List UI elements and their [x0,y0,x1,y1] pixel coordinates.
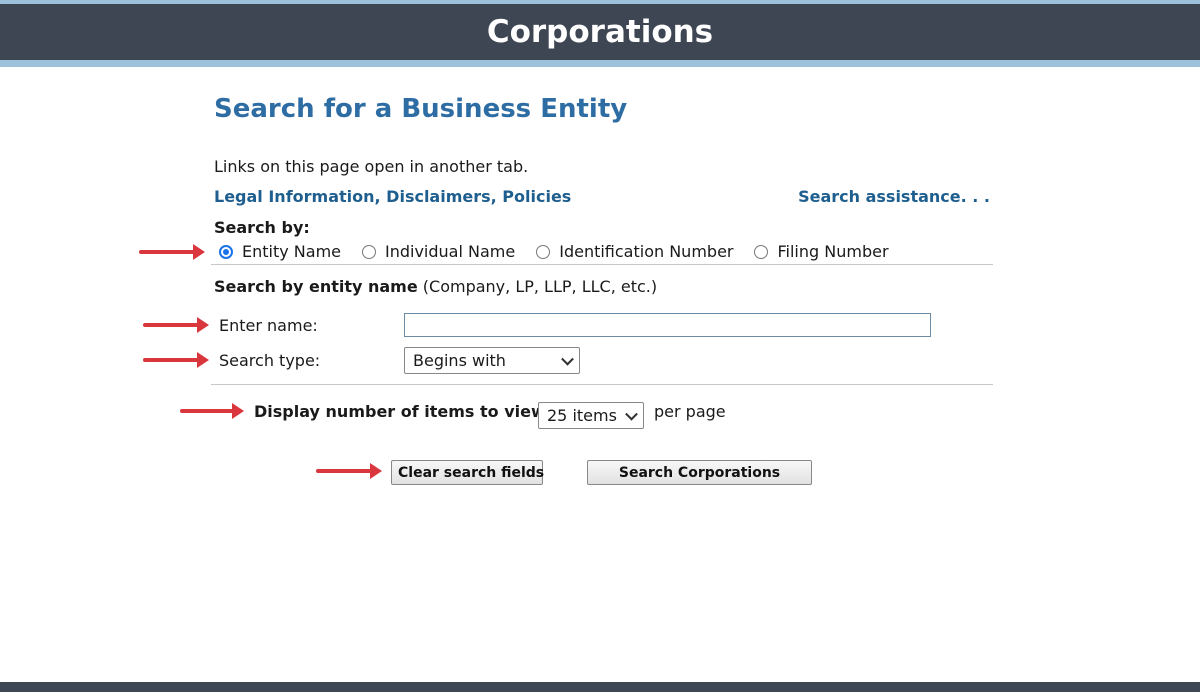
search-corporations-button[interactable]: Search Corporations [587,460,812,485]
search-type-value: Begins with [413,351,506,370]
clear-search-fields-button[interactable]: Clear search fields [391,460,544,485]
search-type-label: Search type: [219,351,321,370]
radio-filing-number[interactable]: Filing Number [754,242,889,261]
page-title: Search for a Business Entity [214,94,628,124]
page: Corporations Search for a Business Entit… [0,0,1200,692]
display-items-label: Display number of items to view: [254,402,553,421]
annotation-arrow-display-items [180,403,244,419]
radio-button-individual-name[interactable] [362,244,376,259]
radio-label-individual-name: Individual Name [385,242,516,261]
header: Corporations [0,0,1200,67]
search-type-select[interactable]: Begins with [404,347,580,374]
annotation-arrow-search-type [143,352,209,368]
search-assistance-link[interactable]: Search assistance. . . [798,187,990,206]
page-header-title: Corporations [486,14,714,50]
radio-button-entity-name[interactable] [219,244,233,259]
chevron-down-icon [561,352,574,366]
radio-button-filing-number[interactable] [754,244,769,259]
search-by-label: Search by: [214,218,310,237]
radio-individual-name[interactable]: Individual Name [362,242,515,261]
per-page-label: per page [654,402,726,421]
items-per-page-value: 25 items [547,406,617,425]
items-per-page-select[interactable]: 25 items [538,402,644,429]
entity-section-heading: Search by entity name (Company, LP, LLP,… [214,277,657,296]
annotation-arrow-clear [316,463,382,479]
annotation-arrow-search-by [139,244,205,260]
annotation-arrow-enter-name [143,317,209,333]
radio-identification-number[interactable]: Identification Number [536,242,733,261]
entity-name-input[interactable] [404,313,931,337]
chevron-down-icon [625,407,638,421]
divider [211,264,993,265]
radio-label-entity-name: Entity Name [242,242,341,261]
enter-name-label: Enter name: [219,316,318,335]
entity-heading-rest: (Company, LP, LLP, LLC, etc.) [417,277,658,296]
info-text: Links on this page open in another tab. [214,157,529,176]
footer-bar [0,682,1200,692]
radio-button-identification-number[interactable] [536,244,551,259]
divider [211,384,993,385]
entity-heading-bold: Search by entity name [214,277,418,296]
legal-info-link[interactable]: Legal Information, Disclaimers, Policies [214,187,571,206]
radio-label-filing-number: Filing Number [777,242,889,261]
radio-entity-name[interactable]: Entity Name [219,242,341,261]
search-by-radio-group: Entity Name Individual Name Identificati… [219,242,910,261]
radio-label-identification-number: Identification Number [559,242,734,261]
